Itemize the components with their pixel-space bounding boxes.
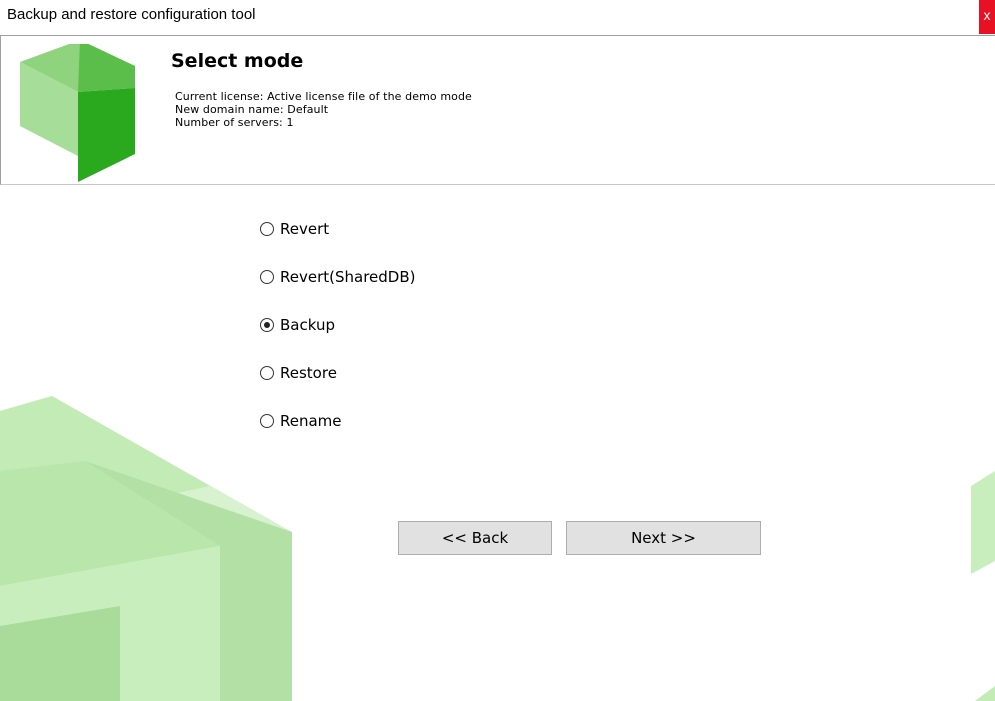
radio-restore-circle[interactable] (260, 366, 274, 380)
radio-revert-label: Revert (280, 220, 330, 238)
wizard-content: Revert Revert(SharedDB) Backup Restore R… (0, 186, 995, 701)
wizard-header: Select mode Current license: Active lice… (0, 35, 995, 185)
radio-backup-label: Backup (280, 316, 335, 334)
radio-backup[interactable]: Backup (260, 314, 335, 336)
radio-rename-label: Rename (280, 412, 342, 430)
back-button[interactable]: << Back (398, 521, 552, 555)
app-logo (20, 44, 135, 182)
window-title: Backup and restore configuration tool (7, 6, 256, 23)
background-decoration (0, 396, 995, 701)
radio-restore-label: Restore (280, 364, 337, 382)
radio-revert-shareddb[interactable]: Revert(SharedDB) (260, 266, 415, 288)
page-title: Select mode (171, 50, 304, 72)
radio-backup-circle[interactable] (260, 318, 274, 332)
domain-name-text: New domain name: Default (175, 103, 329, 116)
radio-rename[interactable]: Rename (260, 410, 342, 432)
close-button[interactable]: x (979, 0, 995, 34)
close-icon: x (983, 7, 991, 23)
radio-revert-shareddb-circle[interactable] (260, 270, 274, 284)
radio-restore[interactable]: Restore (260, 362, 337, 384)
next-button[interactable]: Next >> (566, 521, 761, 555)
current-license-text: Current license: Active license file of … (175, 90, 472, 103)
radio-revert-shareddb-label: Revert(SharedDB) (280, 268, 416, 286)
servers-count-text: Number of servers: 1 (175, 116, 294, 129)
radio-rename-circle[interactable] (260, 414, 274, 428)
radio-revert-circle[interactable] (260, 222, 274, 236)
radio-revert[interactable]: Revert (260, 218, 329, 240)
title-bar: Backup and restore configuration tool x (0, 0, 995, 34)
